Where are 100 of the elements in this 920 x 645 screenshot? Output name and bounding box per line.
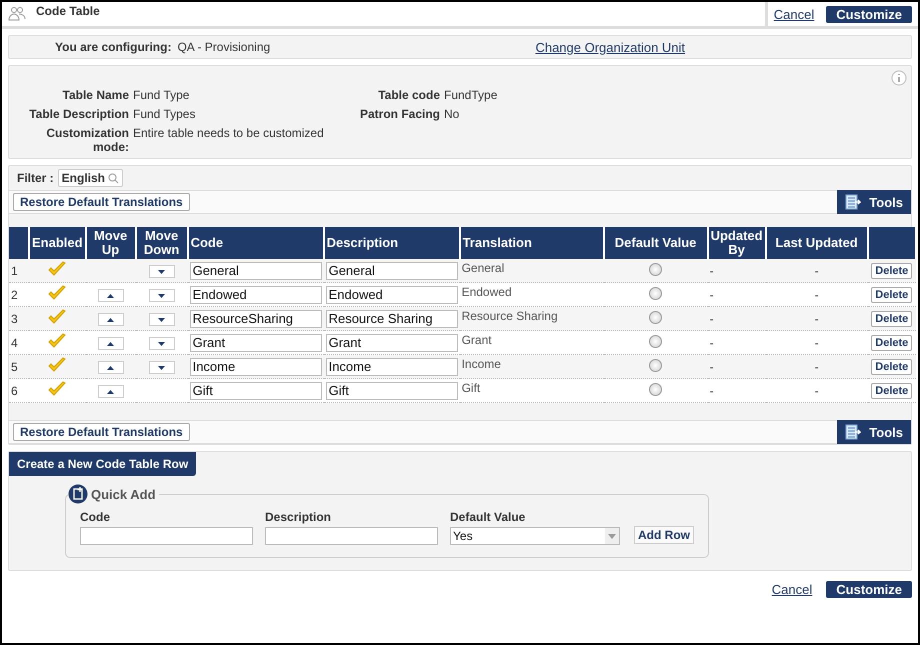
up-arrow-icon (107, 294, 114, 298)
filter-field[interactable]: English (58, 169, 124, 187)
down-arrow-icon (158, 342, 166, 346)
default-radio[interactable] (649, 358, 662, 372)
filter-label: Filter : (17, 171, 54, 185)
customize-button[interactable]: Customize (826, 581, 912, 598)
default-radio[interactable] (649, 334, 662, 348)
detail-label: Patron Facing (358, 107, 440, 121)
delete-button[interactable]: Delete (871, 358, 912, 374)
tools-button[interactable]: Tools (837, 190, 911, 214)
table-icon (845, 424, 862, 440)
customize-button[interactable]: Customize (826, 6, 912, 22)
up-arrow-icon (107, 366, 114, 370)
create-row-tab[interactable]: Create a New Code Table Row (9, 452, 196, 476)
default-radio[interactable] (649, 286, 662, 300)
default-radio[interactable] (649, 310, 662, 324)
row-number: 5 (9, 354, 29, 378)
check-icon[interactable] (48, 261, 66, 277)
column-header: Updated By (708, 227, 766, 259)
updated-by-cell: - (708, 259, 766, 282)
dropdown-icon[interactable] (605, 528, 619, 544)
detail-label: Table code (377, 88, 440, 102)
translation-cell: Gift (460, 378, 604, 402)
move-down-button[interactable] (148, 337, 175, 350)
move-down-button[interactable] (148, 361, 175, 374)
column-header: Code (188, 227, 324, 259)
restore-button[interactable]: Restore Default Translations (13, 193, 190, 211)
description-field[interactable]: Endowed (326, 286, 458, 304)
delete-button[interactable]: Delete (871, 310, 912, 326)
check-icon[interactable] (48, 381, 66, 397)
last-updated-cell: - (766, 306, 868, 330)
cancel-link[interactable]: Cancel (772, 582, 812, 597)
detail-value: No (444, 107, 460, 121)
move-up-button[interactable] (98, 337, 124, 350)
up-arrow-icon (107, 390, 114, 394)
default-radio[interactable] (649, 382, 662, 396)
up-arrow-icon (107, 342, 114, 346)
cancel-link[interactable]: Cancel (774, 6, 814, 22)
table-icon (845, 194, 862, 210)
tools-button[interactable]: Tools (837, 420, 911, 444)
description-field[interactable]: Income (326, 358, 458, 376)
move-up-button[interactable] (98, 289, 124, 302)
column-header: Move Down (136, 227, 188, 259)
description-field[interactable]: General (326, 262, 458, 280)
check-icon[interactable] (48, 285, 66, 301)
default-radio[interactable] (649, 262, 662, 276)
code-field[interactable]: General (190, 262, 322, 280)
page-title: Code Table (36, 4, 101, 18)
translation-cell: General (460, 259, 604, 282)
down-arrow-icon (158, 294, 166, 298)
move-down-button[interactable] (148, 313, 175, 326)
input-field[interactable] (80, 527, 253, 545)
input-field[interactable] (265, 527, 438, 545)
info-icon[interactable] (891, 70, 907, 86)
search-icon[interactable] (108, 172, 120, 184)
check-icon[interactable] (48, 333, 66, 349)
check-icon[interactable] (48, 309, 66, 325)
description-field[interactable]: Gift (326, 382, 458, 400)
people-icon (8, 6, 26, 22)
change-org-link[interactable]: Change Organization Unit (535, 40, 686, 54)
detail-value: Fund Types (133, 107, 196, 121)
down-arrow-icon (158, 318, 166, 322)
updated-by-cell: - (708, 306, 766, 330)
last-updated-cell: - (766, 354, 868, 378)
translation-cell: Income (460, 354, 604, 378)
move-up-button[interactable] (98, 385, 124, 398)
move-up-button[interactable] (98, 313, 124, 326)
config-label: You are configuring: (55, 40, 172, 54)
delete-button[interactable]: Delete (871, 382, 912, 398)
check-icon[interactable] (48, 357, 66, 373)
column-header: Translation (460, 227, 604, 259)
code-field[interactable]: Endowed (190, 286, 322, 304)
delete-button[interactable]: Delete (871, 334, 912, 350)
delete-button[interactable]: Delete (871, 286, 912, 302)
code-field[interactable]: Income (190, 358, 322, 376)
add-document-icon (68, 484, 88, 504)
detail-label: Table Description (28, 107, 129, 121)
detail-value: Fund Type (133, 88, 190, 102)
code-field[interactable]: ResourceSharing (190, 310, 322, 328)
last-updated-cell: - (766, 259, 868, 282)
detail-value: Entire table needs to be customized (133, 126, 325, 142)
default-value-select[interactable]: Yes (450, 527, 620, 545)
code-field[interactable]: Grant (190, 334, 322, 352)
move-down-button[interactable] (148, 265, 175, 278)
description-field[interactable]: Grant (326, 334, 458, 352)
row-number: 1 (9, 259, 29, 282)
column-header: Last Updated (766, 227, 868, 259)
column-header: Enabled (29, 227, 86, 259)
quick-add-title: Quick Add (91, 486, 156, 502)
restore-button[interactable]: Restore Default Translations (13, 423, 190, 441)
move-down-button[interactable] (148, 289, 175, 302)
column-header: Move Up (86, 227, 136, 259)
delete-button[interactable]: Delete (871, 262, 912, 278)
add-row-button[interactable]: Add Row (634, 526, 694, 544)
code-field[interactable]: Gift (190, 382, 322, 400)
move-up-button[interactable] (98, 361, 124, 374)
description-field[interactable]: Resource Sharing (326, 310, 458, 328)
updated-by-cell: - (708, 378, 766, 402)
detail-label: Table Name (62, 88, 129, 102)
up-arrow-icon (107, 318, 114, 322)
